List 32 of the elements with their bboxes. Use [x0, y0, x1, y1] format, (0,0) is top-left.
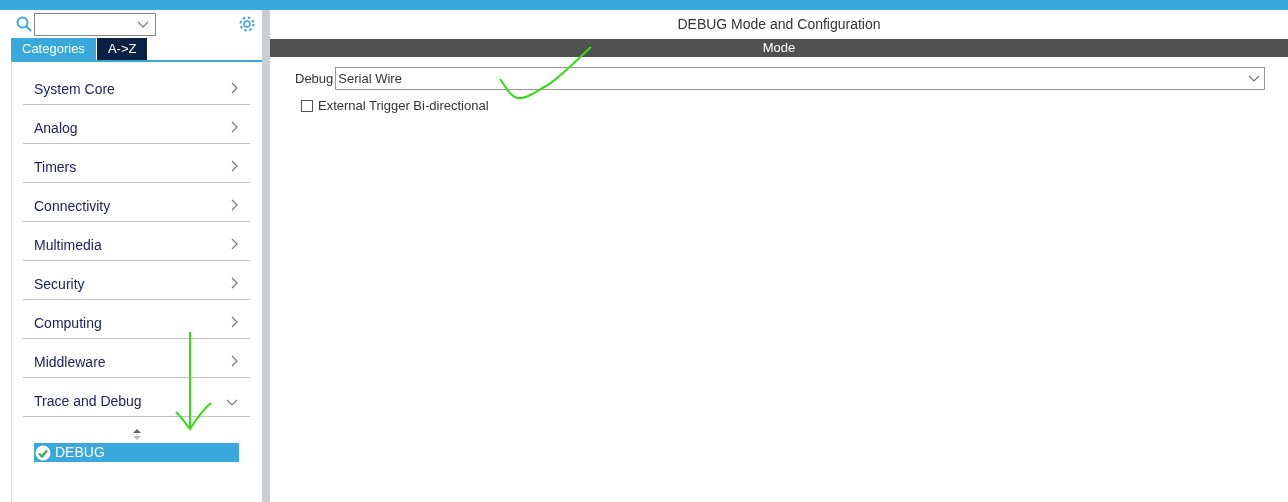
settings-icon[interactable]	[238, 15, 256, 33]
chevron-right-icon	[231, 160, 238, 172]
category-item[interactable]: System Core	[23, 66, 250, 105]
chevron-right-icon	[231, 316, 238, 328]
debug-select[interactable]: Serial Wire	[335, 67, 1265, 90]
category-tab[interactable]: A->Z	[96, 38, 148, 60]
category-item[interactable]: Trace and Debug	[23, 378, 250, 417]
category-item[interactable]: Security	[23, 261, 250, 300]
category-item[interactable]: Connectivity	[23, 183, 250, 222]
section-header: Mode	[270, 39, 1288, 57]
category-item[interactable]: Timers	[23, 144, 250, 183]
search-dropdown[interactable]	[34, 12, 156, 36]
chevron-right-icon	[231, 199, 238, 211]
category-item[interactable]: Analog	[23, 105, 250, 144]
sort-icon[interactable]	[132, 429, 141, 440]
chevron-down-icon	[226, 399, 238, 406]
panel-title: DEBUG Mode and Configuration	[676, 15, 882, 34]
checkbox[interactable]	[301, 99, 313, 112]
chevron-right-icon	[231, 277, 238, 289]
chevron-down-icon	[1248, 75, 1260, 82]
search-icon[interactable]	[16, 16, 32, 32]
category-item[interactable]: Multimedia	[23, 222, 250, 261]
checkmark-icon	[35, 444, 51, 461]
category-item[interactable]: Computing	[23, 300, 250, 339]
category-item[interactable]: Middleware	[23, 339, 250, 378]
chevron-right-icon	[231, 355, 238, 367]
chevron-right-icon	[231, 121, 238, 133]
checkbox-label: External Trigger Bi-directional	[318, 97, 489, 115]
chevron-down-icon	[137, 20, 149, 28]
chevron-right-icon	[231, 238, 238, 250]
field-label: Debug	[295, 69, 334, 88]
chevron-right-icon	[231, 82, 238, 94]
